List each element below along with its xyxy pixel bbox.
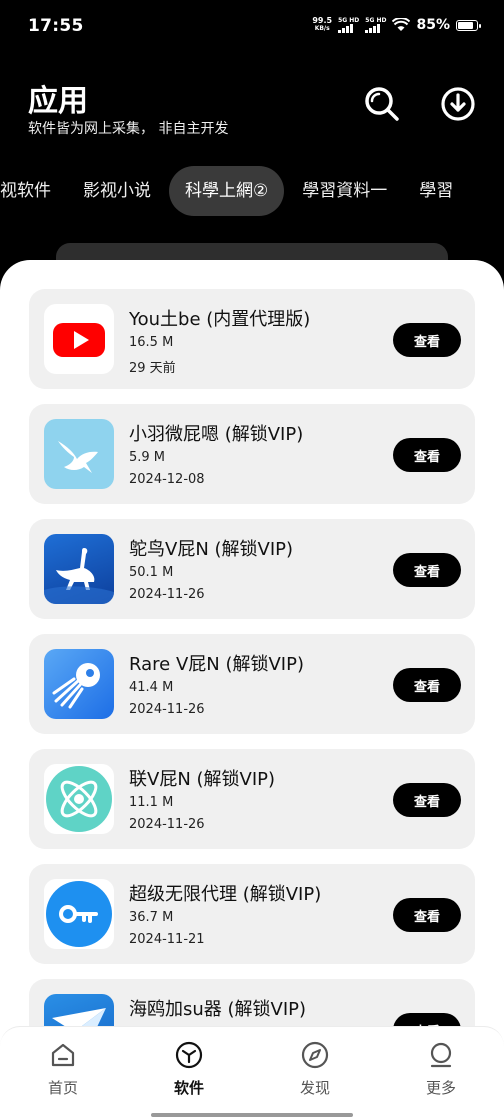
network-speed-unit: KB/s	[314, 25, 330, 32]
app-card[interactable]: You土be (内置代理版) 16.5 M 29 天前 查看	[29, 289, 475, 389]
app-date: 2024-11-26	[129, 702, 205, 717]
view-button[interactable]: 查看	[393, 323, 461, 357]
battery-icon	[456, 19, 481, 31]
category-tabs: 视软件 影视小说 科學上網② 學習資料一 學習	[0, 166, 504, 216]
app-date: 2024-11-26	[129, 817, 205, 832]
search-icon	[365, 87, 399, 121]
ostrich-icon	[44, 534, 114, 604]
view-button[interactable]: 查看	[393, 898, 461, 932]
app-date: 29 天前	[129, 361, 176, 376]
network-speed: 99.5 KB/s	[312, 17, 332, 33]
tab-study[interactable]: 學習	[403, 166, 469, 216]
app-size: 5.9 M	[129, 450, 166, 465]
app-card[interactable]: 小羽微屁嗯 (解锁VIP) 5.9 M 2024-12-08 查看	[29, 404, 475, 504]
battery-percent: 85%	[416, 17, 450, 33]
nav-software[interactable]: 软件	[149, 1041, 229, 1098]
status-icons: 99.5 KB/s 5G HD 5G HD 85%	[312, 17, 481, 33]
app-name: Rare V屁N (解锁VIP)	[129, 654, 304, 675]
app-name: 超级无限代理 (解锁VIP)	[129, 884, 322, 905]
sim1-signal-icon: 5G HD	[338, 17, 359, 33]
app-card[interactable]: 联V屁N (解锁VIP) 11.1 M 2024-11-26 查看	[29, 749, 475, 849]
nav-more[interactable]: 更多	[401, 1041, 481, 1098]
search-button[interactable]	[362, 84, 402, 124]
tab-study-materials-1[interactable]: 學習資料一	[286, 166, 403, 216]
status-time: 17:55	[28, 16, 84, 36]
app-card[interactable]: Rare V屁N (解锁VIP) 41.4 M 2024-11-26 查看	[29, 634, 475, 734]
network-speed-value: 99.5	[312, 16, 333, 25]
tab-software[interactable]: 视软件	[0, 166, 67, 216]
app-size: 16.5 M	[129, 335, 174, 350]
wifi-icon	[392, 18, 411, 31]
app-size: 50.1 M	[129, 565, 174, 580]
nav-discover[interactable]: 发现	[275, 1041, 355, 1098]
app-card[interactable]: 鸵鸟V屁N (解锁VIP) 50.1 M 2024-11-26 查看	[29, 519, 475, 619]
nav-home[interactable]: 首页	[23, 1041, 103, 1098]
view-button[interactable]: 查看	[393, 668, 461, 702]
cube-icon	[175, 1041, 203, 1069]
battery-fill	[458, 21, 474, 29]
home-indicator[interactable]	[151, 1113, 353, 1117]
header: 应用 软件皆为网上采集， 非自主开发	[0, 54, 504, 150]
view-button[interactable]: 查看	[393, 438, 461, 472]
app-name: 鸵鸟V屁N (解锁VIP)	[129, 539, 294, 560]
app-name: 联V屁N (解锁VIP)	[129, 769, 276, 790]
app-card[interactable]: 超级无限代理 (解锁VIP) 36.7 M 2024-11-21 查看	[29, 864, 475, 964]
app-name: You土be (内置代理版)	[129, 309, 311, 330]
status-bar: 17:55 99.5 KB/s 5G HD 5G HD 85%	[0, 0, 504, 54]
youtube-icon	[44, 304, 114, 374]
nav-discover-label: 发现	[299, 1079, 330, 1097]
page-subtitle: 软件皆为网上采集， 非自主开发	[28, 121, 229, 137]
tab-video-novels[interactable]: 影视小说	[67, 166, 167, 216]
app-date: 2024-11-26	[129, 587, 205, 602]
app-size: 41.4 M	[129, 680, 174, 695]
download-button[interactable]	[438, 84, 478, 124]
nav-software-label: 软件	[173, 1079, 204, 1097]
app-size: 11.1 M	[129, 795, 174, 810]
nav-home-label: 首页	[47, 1079, 78, 1097]
app-size: 36.7 M	[129, 910, 174, 925]
atom-icon	[44, 764, 114, 834]
app-name: 海鸥加su器 (解锁VIP)	[129, 999, 307, 1020]
tab-vpn[interactable]: 科學上網②	[169, 166, 285, 216]
view-button[interactable]: 查看	[393, 783, 461, 817]
sim1-label: 5G HD	[338, 17, 360, 24]
download-icon	[441, 87, 475, 121]
page-title: 应用	[28, 84, 88, 119]
home-icon	[51, 1043, 75, 1067]
rocket-icon	[44, 649, 114, 719]
compass-icon	[301, 1041, 329, 1069]
app-list-panel[interactable]: You土be (内置代理版) 16.5 M 29 天前 查看 小羽微屁嗯 (解锁…	[0, 260, 504, 1120]
view-button[interactable]: 查看	[393, 553, 461, 587]
key-icon	[44, 879, 114, 949]
bird-icon	[44, 419, 114, 489]
app-name: 小羽微屁嗯 (解锁VIP)	[129, 424, 304, 445]
nav-more-label: 更多	[425, 1079, 456, 1097]
more-icon	[430, 1042, 452, 1068]
sim2-signal-icon: 5G HD	[365, 17, 386, 33]
app-date: 2024-11-21	[129, 932, 205, 947]
sim2-label: 5G HD	[365, 17, 387, 24]
bottom-nav: 首页 软件 发现 更多	[0, 1026, 504, 1120]
app-date: 2024-12-08	[129, 472, 205, 487]
